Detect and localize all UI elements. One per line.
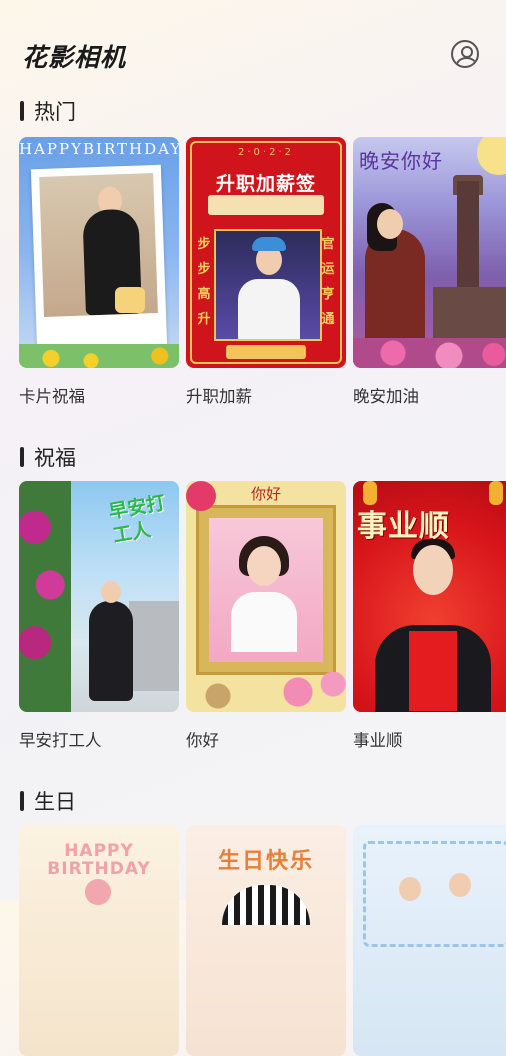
section-title-hot: 热门 — [20, 96, 76, 126]
card-label: 晚安加油 — [353, 387, 419, 406]
template-card-promotion[interactable]: 2·0·2·2 升职加薪签 步步高升 官运亨通 — [186, 137, 346, 368]
cake-image — [115, 287, 145, 313]
card-label: 你好 — [186, 731, 219, 750]
app-title: 花影相机 — [22, 43, 127, 72]
template-card-hello[interactable]: 你好 — [186, 481, 346, 712]
template-card-happy-birthday[interactable]: HAPPY BIRTHDAY — [19, 825, 179, 1056]
card-banner-text: HAPPYBIRTHDAY — [19, 140, 179, 158]
template-card-goodnight[interactable]: 晚安你好 — [353, 137, 506, 368]
card-label: 早安打工人 — [19, 731, 102, 750]
profile-button[interactable] — [451, 40, 479, 68]
card-label: 卡片祝福 — [19, 387, 85, 406]
template-card-birthday-joy[interactable]: 生日快乐 — [186, 825, 346, 1056]
card-label: 事业顺 — [353, 731, 403, 750]
card-label: 升职加薪 — [186, 387, 252, 406]
section-title-birthday: 生日 — [20, 786, 76, 816]
template-card-morning-worker[interactable]: 早安打工人 — [19, 481, 179, 712]
template-card-birthday-couple[interactable] — [353, 825, 506, 1056]
template-card-birthday-card[interactable]: HAPPYBIRTHDAY — [19, 137, 179, 368]
template-card-career[interactable]: 事业顺 — [353, 481, 506, 712]
section-title-blessing: 祝福 — [20, 442, 76, 472]
